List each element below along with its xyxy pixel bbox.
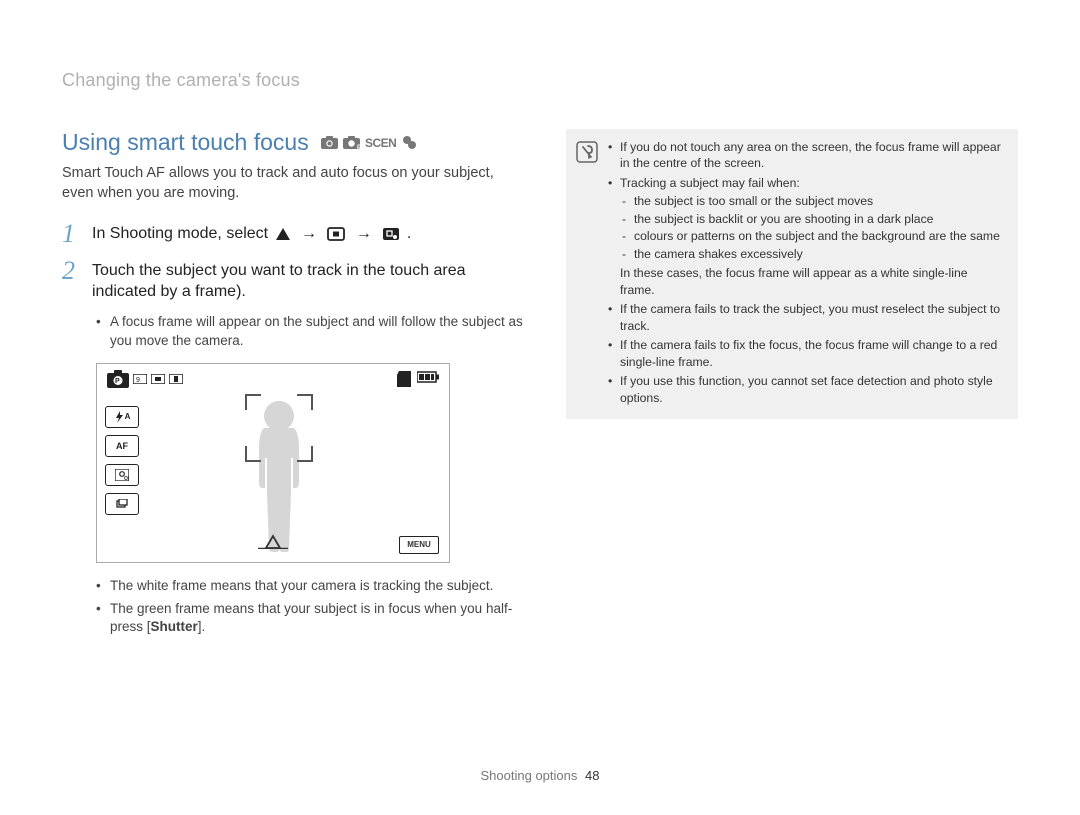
step-1-post: . [407, 225, 411, 242]
step-1: 1 In Shooting mode, select → → . [62, 221, 524, 248]
mode-icons-group: P SCENE [321, 135, 417, 150]
camera-icon [321, 136, 338, 149]
step-2: 2 Touch the subject you want to track in… [62, 258, 524, 303]
dual-icon [402, 135, 417, 150]
info-box: If you do not touch any area on the scre… [566, 129, 1018, 419]
heading-text: Using smart touch focus [62, 129, 309, 156]
focus-frame [245, 394, 313, 462]
info-2d: the camera shakes excessively [622, 246, 1004, 262]
step-1-body: In Shooting mode, select → → . [92, 221, 411, 248]
vf-size-icon: 9 [133, 374, 147, 384]
info-4: If the camera fails to fix the focus, th… [608, 337, 1004, 370]
svg-text:P: P [357, 145, 360, 149]
step-2-num: 2 [62, 258, 80, 303]
vf-top-left-icons: P 9 [107, 370, 183, 388]
info-2b: the subject is backlit or you are shooti… [622, 211, 1004, 227]
vf-menu-button: MENU [399, 536, 439, 554]
page-footer: Shooting options 48 [0, 768, 1080, 783]
svg-text:SCENE: SCENE [365, 136, 397, 149]
svg-text:P: P [115, 378, 120, 385]
page-number: 48 [585, 768, 599, 783]
info-2: Tracking a subject may fail when: the su… [608, 175, 1004, 262]
sub-bullet-3: The green frame means that your subject … [96, 600, 524, 638]
section-header: Changing the camera's focus [62, 70, 1018, 91]
footer-section: Shooting options [481, 768, 578, 783]
info-list: If you do not touch any area on the scre… [608, 139, 1004, 409]
scene-text-icon: SCENE [365, 136, 397, 149]
vf-card-icon [397, 371, 411, 387]
vf-af-button: AF [105, 435, 139, 457]
info-5: If you use this function, you cannot set… [608, 373, 1004, 406]
step-2-body: Touch the subject you want to track in t… [92, 258, 524, 303]
heading: Using smart touch focus P SCENE [62, 129, 524, 156]
smart-touch-icon [382, 226, 400, 248]
vf-side-buttons: A AF OFF [105, 406, 139, 515]
vf-center-icon [258, 533, 288, 554]
viewfinder-illustration: P 9 A AF OFF [96, 363, 450, 563]
step-1-num: 1 [62, 221, 80, 248]
up-triangle-icon [275, 226, 291, 248]
camera-p-icon: P [343, 136, 360, 149]
vf-quality-icon [151, 374, 165, 384]
arrow-icon-1: → [301, 225, 317, 242]
right-column: If you do not touch any area on the scre… [566, 129, 1018, 649]
info-3: If the camera fails to track the subject… [608, 301, 1004, 334]
vf-single-icon [169, 374, 183, 384]
sub-bullet-1: A focus frame will appear on the subject… [96, 313, 524, 351]
vf-top-right-icons [397, 371, 439, 387]
sub3-post: ]. [198, 619, 206, 634]
vf-face-button: OFF [105, 464, 139, 486]
step-1-pre: In Shooting mode, select [92, 225, 273, 242]
focus-rect-icon [327, 226, 345, 248]
vf-battery-icon [417, 371, 439, 383]
bottom-bullets: The white frame means that your camera i… [96, 577, 524, 638]
info-2-text: Tracking a subject may fail when: [620, 176, 800, 190]
arrow-icon-2: → [356, 225, 372, 242]
vf-flash-button: A [105, 406, 139, 428]
sub3-bold: Shutter [151, 619, 198, 634]
svg-text:9: 9 [136, 377, 140, 384]
vf-drive-button [105, 493, 139, 515]
vf-mode-icon: P [107, 370, 129, 388]
info-2-sublist: the subject is too small or the subject … [622, 193, 1004, 262]
intro-text: Smart Touch AF allows you to track and a… [62, 164, 524, 203]
info-2c: colours or patterns on the subject and t… [622, 228, 1004, 244]
info-1: If you do not touch any area on the scre… [608, 139, 1004, 172]
left-column: Using smart touch focus P SCENE Smart To… [62, 129, 524, 649]
sub-bullet-2: The white frame means that your camera i… [96, 577, 524, 596]
info-2-cont: In these cases, the focus frame will app… [608, 265, 1004, 298]
info-note-icon [576, 141, 598, 168]
step-2-sub-bullets: A focus frame will appear on the subject… [96, 313, 524, 351]
info-2a: the subject is too small or the subject … [622, 193, 1004, 209]
svg-text:OFF: OFF [124, 476, 129, 481]
